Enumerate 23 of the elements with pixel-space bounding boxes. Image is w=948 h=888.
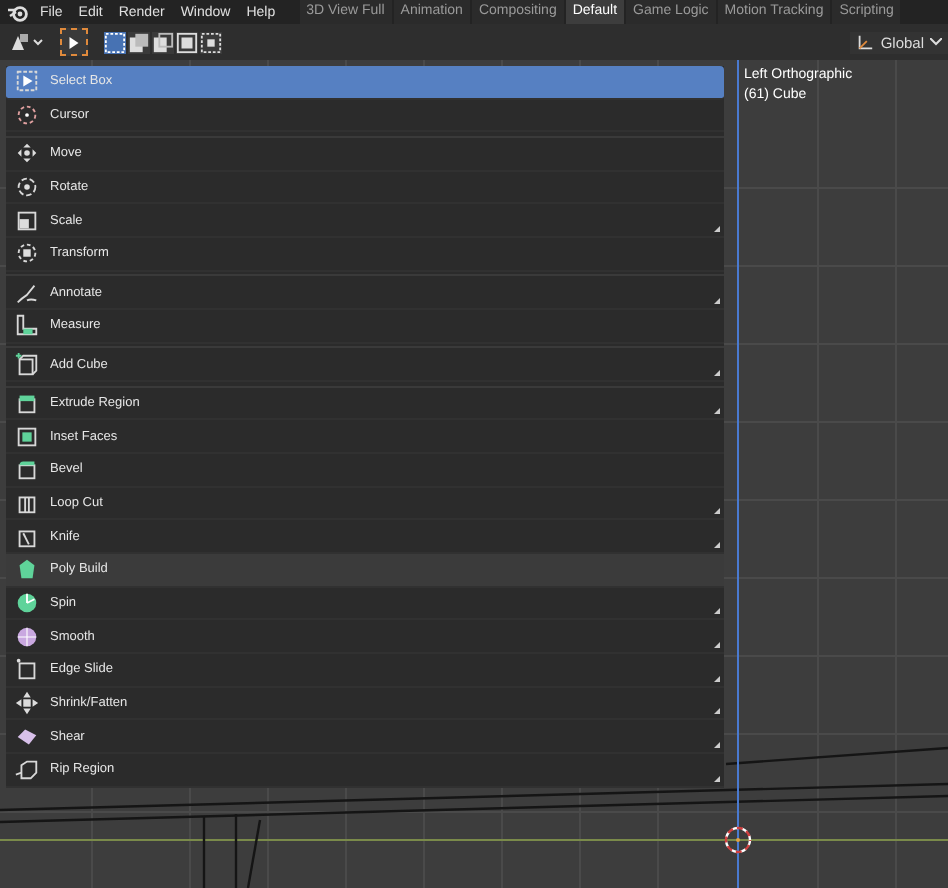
ruler-icon <box>14 312 40 339</box>
select-mode-icon[interactable] <box>152 31 174 53</box>
rotate-icon <box>14 174 40 200</box>
axes-icon <box>856 33 875 51</box>
four-arrows-icon <box>14 690 40 717</box>
pencil-icon <box>14 279 40 306</box>
select-mode-icon[interactable] <box>128 31 150 53</box>
crosshair-circle-icon <box>14 102 40 129</box>
spin-icon <box>14 590 40 617</box>
select-box-icon <box>14 68 40 95</box>
polygon-icon <box>14 556 40 583</box>
select-mode-icon[interactable] <box>176 31 198 53</box>
caret-icon <box>930 38 942 46</box>
3d-cursor-icon[interactable] <box>724 826 752 854</box>
transform-icon <box>14 240 40 267</box>
scale-icon <box>14 207 40 234</box>
four-arrows-icon <box>14 140 40 167</box>
active-tool-button[interactable] <box>60 28 88 56</box>
blender-logo-icon[interactable] <box>6 2 30 22</box>
editor-type-icon[interactable] <box>8 30 48 54</box>
sphere-icon <box>14 623 40 650</box>
select-mode-icon[interactable] <box>200 31 222 53</box>
cursor-arrow-icon <box>68 35 80 49</box>
